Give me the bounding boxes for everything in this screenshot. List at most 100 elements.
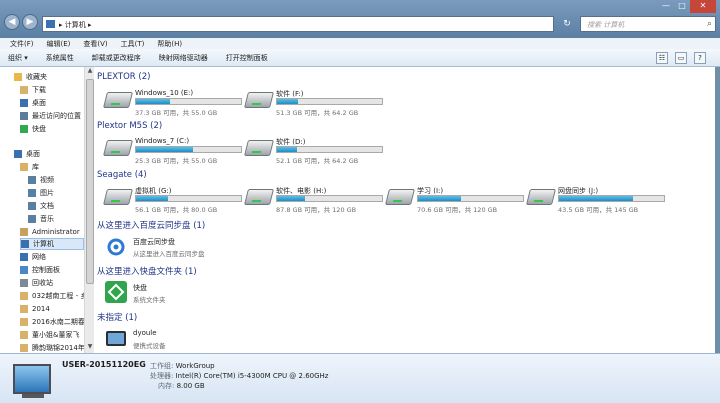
group-header-plextor-m5s[interactable]: Plextor M5S (2) [97, 120, 162, 132]
maximize-button[interactable]: □ [674, 0, 690, 13]
view-options-icon[interactable]: ☷ [656, 52, 668, 64]
recent-icon [20, 112, 28, 120]
hard-drive-icon [103, 92, 133, 108]
drive-item[interactable]: Windows_10 (E:) 37.3 GB 可用，共 55.0 GB [103, 87, 243, 117]
drive-item[interactable]: Windows_7 (C:) 25.3 GB 可用，共 55.0 GB [103, 135, 243, 165]
portable-device-icon [106, 331, 126, 346]
group-header-unspecified[interactable]: 未指定 (1) [97, 311, 137, 323]
drive-usage-bar [276, 146, 383, 153]
recycle-bin-icon [20, 279, 28, 287]
breadcrumb[interactable]: ▸ 计算机 ▸ [59, 20, 92, 30]
close-button[interactable]: ✕ [690, 0, 716, 13]
content-pane: PLEXTOR (2) Windows_10 (E:) 37.3 GB 可用，共… [95, 67, 715, 353]
menu-tools[interactable]: 工具(T) [121, 39, 145, 49]
computer-icon [21, 240, 29, 248]
menu-help[interactable]: 帮助(H) [157, 39, 182, 49]
drive-item[interactable]: 学习 (I:) 70.6 GB 可用，共 120 GB [385, 184, 525, 214]
drive-usage-bar [135, 195, 242, 202]
sidebar-scrollbar[interactable]: ▲ ▼ [84, 67, 94, 353]
menu-bar: 文件(F) 编辑(E) 查看(V) 工具(T) 帮助(H) [0, 38, 720, 49]
kuaipan-icon [20, 125, 28, 133]
scrollbar-thumb[interactable] [86, 79, 94, 284]
drive-item[interactable]: 软件 (F:) 51.3 GB 可用，共 64.2 GB [244, 87, 384, 117]
computer-icon [13, 364, 51, 394]
hard-drive-icon [526, 189, 556, 205]
drive-usage-fill [136, 147, 193, 152]
hard-drive-icon [385, 189, 415, 205]
hard-drive-icon [244, 140, 274, 156]
desktop-icon [20, 99, 28, 107]
folder-icon [20, 86, 28, 94]
sidebar-item-computer[interactable]: 计算机 [20, 238, 84, 250]
group-header-seagate[interactable]: Seagate (4) [97, 169, 147, 181]
drive-usage-bar [276, 98, 383, 105]
system-properties-button[interactable]: 系统属性 [46, 53, 74, 63]
drive-item[interactable]: 软件、电影 (H:) 87.8 GB 可用，共 120 GB [244, 184, 384, 214]
title-bar: — □ ✕ ◀ ▶ ▸ 计算机 ▸ ↻ 搜索 计算机 ⌕ [0, 0, 720, 38]
hard-drive-icon [244, 189, 274, 205]
sidebar-item-desktop[interactable]: 桌面 [14, 148, 95, 160]
group-header-baidu[interactable]: 从这里进入百度云同步盘 (1) [97, 219, 205, 231]
drive-item[interactable]: 网盘同步 (J:) 43.5 GB 可用，共 145 GB [526, 184, 666, 214]
search-placeholder: 搜索 计算机 [587, 21, 625, 29]
star-icon [14, 73, 22, 81]
drive-usage-bar [135, 146, 242, 153]
drive-usage-fill [136, 196, 168, 201]
search-input[interactable]: 搜索 计算机 ⌕ [580, 16, 716, 32]
cpu-row: 处理器: Intel(R) Core(TM) i5-4300M CPU @ 2.… [150, 372, 329, 380]
desktop-icon [14, 150, 22, 158]
address-bar[interactable]: ▸ 计算机 ▸ [42, 16, 554, 32]
hard-drive-icon [244, 92, 274, 108]
kuaipan-item[interactable]: 快盘 系统文件夹 [103, 280, 403, 306]
help-icon[interactable]: ? [694, 52, 706, 64]
group-header-plextor[interactable]: PLEXTOR (2) [97, 71, 150, 83]
drive-usage-bar [135, 98, 242, 105]
drive-usage-bar [276, 195, 383, 202]
hard-drive-icon [103, 140, 133, 156]
menu-file[interactable]: 文件(F) [10, 39, 34, 49]
folder-icon [20, 344, 28, 352]
drive-usage-bar [558, 195, 665, 202]
refresh-button[interactable]: ↻ [560, 17, 574, 31]
menu-edit[interactable]: 编辑(E) [47, 39, 71, 49]
drive-item[interactable]: 虚拟机 (G:) 56.1 GB 可用，共 80.0 GB [103, 184, 243, 214]
kuaipan-icon [105, 281, 127, 303]
drive-usage-fill [136, 99, 170, 104]
drive-usage-fill [277, 147, 297, 152]
sidebar-item-favorites[interactable]: 收藏夹 [14, 71, 95, 83]
document-icon [28, 202, 36, 210]
baidu-sync-item[interactable]: 百度云同步盘 从这里进入百度云同步盘 [103, 234, 403, 260]
search-icon: ⌕ [706, 19, 712, 29]
explorer-window: — □ ✕ ◀ ▶ ▸ 计算机 ▸ ↻ 搜索 计算机 ⌕ 文件(F) 编辑(E)… [0, 0, 720, 403]
folder-icon [20, 331, 28, 339]
forward-button[interactable]: ▶ [22, 14, 38, 30]
computer-name: USER-20151120EG [62, 360, 146, 369]
drive-item[interactable]: 软件 (D:) 52.1 GB 可用，共 64.2 GB [244, 135, 384, 165]
map-drive-button[interactable]: 映射网络驱动器 [159, 53, 208, 63]
breadcrumb-computer[interactable]: 计算机 [65, 21, 86, 29]
scroll-down-icon[interactable]: ▼ [85, 343, 95, 353]
drive-usage-fill [277, 196, 306, 201]
details-pane: USER-20151120EG 工作组: WorkGroup 处理器: Inte… [0, 353, 720, 403]
user-icon [20, 228, 28, 236]
computer-icon [46, 20, 55, 28]
organize-button[interactable]: 组织 ▾ [8, 53, 28, 63]
control-panel-button[interactable]: 打开控制面板 [226, 53, 268, 63]
video-icon [28, 176, 36, 184]
folder-icon [20, 305, 28, 313]
minimize-button[interactable]: — [658, 0, 674, 13]
picture-icon [28, 189, 36, 197]
preview-pane-icon[interactable]: ▭ [675, 52, 687, 64]
network-icon [20, 253, 28, 261]
library-icon [20, 163, 28, 171]
portable-device-item[interactable]: dyoule 便携式设备 [103, 326, 403, 352]
uninstall-button[interactable]: 卸载或更改程序 [92, 53, 141, 63]
group-header-kuaipan[interactable]: 从这里进入快盘文件夹 (1) [97, 265, 197, 277]
music-icon [28, 215, 36, 223]
drive-usage-bar [417, 195, 524, 202]
scroll-up-icon[interactable]: ▲ [85, 67, 95, 77]
drive-usage-fill [418, 196, 462, 201]
menu-view[interactable]: 查看(V) [83, 39, 107, 49]
back-button[interactable]: ◀ [4, 14, 20, 30]
workgroup-row: 工作组: WorkGroup [150, 362, 215, 370]
